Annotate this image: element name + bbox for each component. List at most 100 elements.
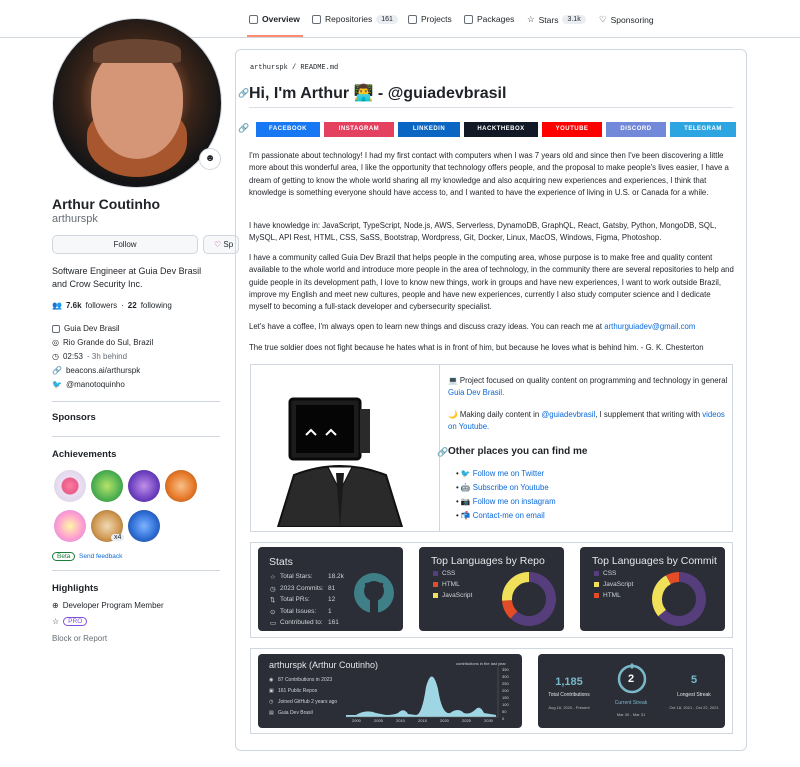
divider: [52, 436, 220, 437]
anchor-link-icon[interactable]: 🔗: [238, 88, 249, 99]
other-places-link[interactable]: Subscribe on Youtube: [473, 483, 549, 492]
legend-label: JavaScript: [603, 581, 634, 588]
other-places-link[interactable]: Contact-me on email: [473, 511, 545, 520]
highlight-program: ⊕ Developer Program Member: [52, 601, 164, 610]
activity-line-icon: ◷: [269, 699, 274, 705]
content-text: , I supplement that writing with: [595, 410, 701, 419]
guia-dev-link[interactable]: Guia Dev Brasil.: [448, 388, 504, 397]
readme-paragraph-community: I have a community called Guia Dev Brazi…: [249, 253, 734, 312]
guiadevbrasil-link[interactable]: @guiadevbrasil: [541, 410, 595, 419]
other-places-heading: Other places you can find me: [448, 446, 588, 457]
divider: [52, 570, 220, 571]
tab-projects[interactable]: Projects: [408, 14, 452, 24]
title-divider: [249, 107, 733, 108]
achievement-quickdraw-badge[interactable]: [128, 510, 160, 542]
langs-by-commit-card: Top Languages by Commit CSS JavaScript HTM…: [580, 547, 725, 631]
achievements-heading[interactable]: Achievements: [52, 449, 116, 460]
twitter-link[interactable]: @manotoquinho: [66, 380, 125, 389]
x-tick-label: 2010: [396, 718, 405, 723]
tab-overview[interactable]: Overview: [249, 14, 300, 24]
stats-title: Stats: [269, 556, 293, 568]
sponsor-button[interactable]: ♡ Sp: [203, 235, 239, 254]
stats-row-label: 2023 Commits:: [280, 584, 324, 592]
y-tick-label: 0: [502, 716, 505, 721]
avatar[interactable]: [52, 18, 222, 188]
social-badge-telegram[interactable]: TELEGRAM: [670, 122, 736, 137]
website-link[interactable]: beacons.ai/arthurspk: [66, 366, 140, 375]
breadcrumb-user[interactable]: arthurspk: [250, 64, 288, 72]
activity-line-icon: ▣: [269, 688, 274, 694]
stats-row-label: Total Issues:: [280, 607, 317, 615]
twitter-row: 🐦 @manotoquinho: [52, 380, 125, 389]
total-contributions-label: Total Contributions: [548, 692, 590, 698]
email-link[interactable]: arthurguiadev@gmail.com: [604, 322, 695, 331]
langs-by-repo-card: Top Languages by Repo CSS HTML JavaScript: [419, 547, 564, 631]
other-places-item: • 📷 Follow me on instagram: [456, 496, 556, 508]
x-tick-label: 2020: [440, 718, 449, 723]
tab-repositories[interactable]: Repositories 161: [312, 14, 398, 24]
x-tick-label: 2005: [374, 718, 383, 723]
tab-sponsoring[interactable]: ♡ Sponsoring: [599, 14, 654, 25]
avatar-hair: [93, 39, 181, 63]
following-label[interactable]: following: [141, 301, 172, 310]
link-emoji: 📬: [460, 511, 471, 520]
social-badge-youtube[interactable]: YOUTUBE: [542, 122, 602, 137]
legend-swatch: [594, 593, 599, 598]
achievement-pair-badge[interactable]: [91, 470, 123, 502]
stats-row-value: 1: [328, 607, 332, 615]
separator: ·: [121, 301, 124, 310]
star-icon: ☆: [52, 617, 60, 626]
people-icon: 👥: [52, 301, 62, 310]
stats-row-value: 81: [328, 584, 336, 592]
langs-repo-donut: [502, 572, 556, 626]
followers-count[interactable]: 7.6k: [66, 301, 82, 310]
other-places-link[interactable]: Follow me on instagram: [473, 497, 556, 506]
readme-title: Hi, I'm Arthur 👨‍💻 - @guiadevbrasil: [249, 85, 507, 102]
profile-bio: Software Engineer at Guia Dev Brasil and…: [52, 266, 202, 289]
donut-slice-html: [502, 599, 518, 619]
location-icon: ◎: [52, 338, 59, 347]
achievement-monkey-badge[interactable]: [165, 470, 197, 502]
website-row: 🔗 beacons.ai/arthurspk: [52, 366, 140, 375]
tab-stars[interactable]: ☆ Stars 3.1k: [527, 14, 586, 25]
social-badge-discord[interactable]: DISCORD: [606, 122, 666, 137]
legend-label: JavaScript: [442, 592, 473, 599]
donut-slice-javascript: [502, 572, 530, 601]
anchor-link-icon[interactable]: 🔗: [238, 123, 249, 134]
x-tick-label: 2025: [462, 718, 471, 723]
status-emoji[interactable]: ☻: [199, 148, 221, 170]
social-badge-linkedin[interactable]: LINKEDIN: [398, 122, 460, 137]
social-badge-hackthebox[interactable]: HACKTHEBOX: [464, 122, 538, 137]
stats-row-icon: ◷: [270, 585, 276, 593]
anchor-link-icon[interactable]: 🔗: [437, 447, 448, 458]
social-badge-instagram[interactable]: INSTAGRAM: [324, 122, 394, 137]
sponsors-heading[interactable]: Sponsors: [52, 412, 96, 423]
social-badge-facebook[interactable]: FACEBOOK: [256, 122, 320, 137]
legend-swatch: [433, 593, 438, 598]
current-streak-range: Mar 30 - Mar 31: [616, 712, 646, 717]
followers-label[interactable]: followers: [86, 301, 118, 310]
current-streak-value: 2: [627, 673, 635, 685]
send-feedback-link[interactable]: Send feedback: [79, 553, 122, 560]
follow-button[interactable]: Follow: [52, 235, 198, 254]
block-report-link[interactable]: Block or Report: [52, 634, 107, 643]
activity-line: Guia Dev Brasil: [278, 710, 313, 716]
stats-row-value: 18.2k: [328, 573, 344, 580]
heart-icon: ♡: [599, 14, 607, 24]
tab-packages[interactable]: Packages: [464, 14, 514, 24]
legend-label: CSS: [442, 570, 456, 577]
company-row: Guia Dev Brasil: [52, 324, 120, 333]
langs-commit-title: Top Languages by Commit: [592, 555, 717, 567]
legend-label: CSS: [603, 570, 617, 577]
breadcrumb-file[interactable]: README.md: [300, 64, 338, 72]
tab-count: 3.1k: [562, 15, 586, 24]
achievement-yolo-badge[interactable]: [54, 510, 86, 542]
achievement-galaxy-badge[interactable]: [128, 470, 160, 502]
stats-row-icon: ⇅: [270, 597, 276, 604]
other-places-link[interactable]: Follow me on Twitter: [473, 469, 544, 478]
activity-chart-label: contributions in the last year: [456, 661, 506, 666]
x-tick-label: 2000: [352, 718, 361, 723]
following-count[interactable]: 22: [128, 301, 137, 310]
achievement-heart-badge[interactable]: [54, 470, 86, 502]
link-icon: 🔗: [52, 366, 62, 375]
